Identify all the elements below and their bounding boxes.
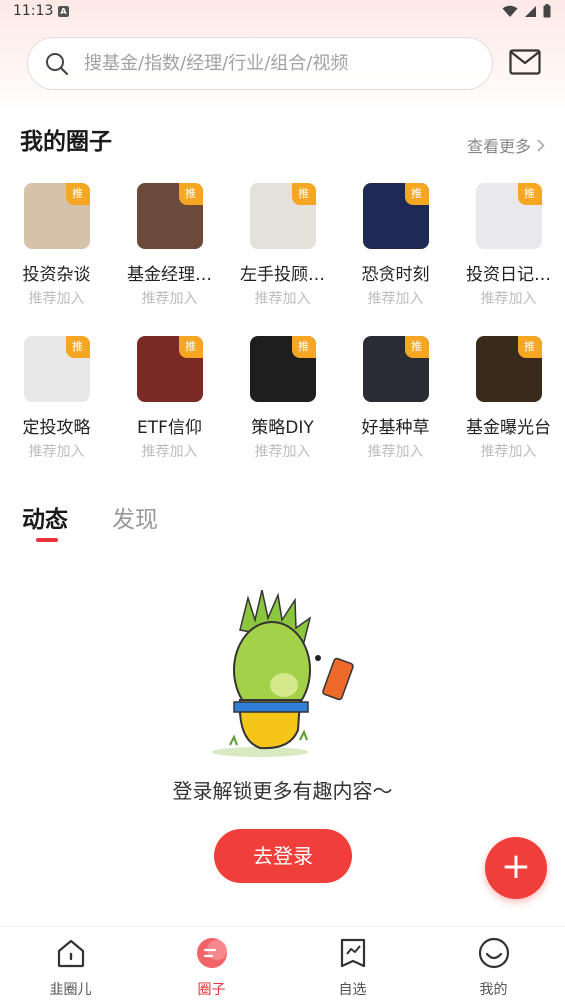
battery-icon bbox=[543, 4, 551, 18]
empty-state-message: 登录解锁更多有趣内容～ bbox=[172, 779, 393, 803]
circle-thumbnail: 推 bbox=[249, 183, 316, 249]
circle-name: 策略DIY bbox=[251, 418, 314, 438]
see-more-link[interactable]: 查看更多 bbox=[467, 133, 545, 157]
join-recommendation[interactable]: 推荐加入 bbox=[226, 441, 339, 461]
recommend-badge: 推 bbox=[65, 183, 90, 205]
signal-icon bbox=[525, 5, 536, 17]
circle-name: ETF信仰 bbox=[137, 418, 202, 438]
see-more-label: 查看更多 bbox=[466, 137, 531, 156]
circle-thumbnail: 推 bbox=[362, 336, 429, 402]
tab-dynamic[interactable]: 动态 bbox=[22, 500, 68, 542]
circle-thumbnail: 推 bbox=[136, 183, 203, 249]
circle-thumbnail: 推 bbox=[475, 336, 542, 402]
circle-item[interactable]: 推 ETF信仰推荐加入 bbox=[113, 336, 226, 461]
circle-name: 投资杂谈 bbox=[22, 265, 91, 285]
recommend-badge: 推 bbox=[291, 183, 316, 205]
tab-active-indicator bbox=[36, 538, 58, 542]
watchlist-icon bbox=[340, 938, 365, 968]
circle-thumbnail: 推 bbox=[249, 336, 316, 402]
search-icon bbox=[46, 53, 69, 76]
add-post-button[interactable]: + bbox=[485, 837, 547, 899]
mascot-illustration bbox=[212, 590, 354, 757]
circle-name: 恐贪时刻 bbox=[361, 265, 430, 285]
recommend-badge: 推 bbox=[404, 336, 429, 358]
join-recommendation[interactable]: 推荐加入 bbox=[113, 288, 226, 308]
circle-name: 好基种草 bbox=[361, 418, 430, 438]
chevron-right-icon bbox=[537, 138, 545, 152]
circle-thumbnail: 推 bbox=[23, 183, 90, 249]
circle-name: 基金经理… bbox=[127, 265, 212, 285]
nav-label-profile: 我的 bbox=[479, 982, 508, 998]
recommend-badge: 推 bbox=[517, 336, 542, 358]
nav-label-watchlist: 自选 bbox=[338, 982, 367, 998]
nav-item-circle[interactable]: 圈子 bbox=[141, 927, 282, 1004]
recommend-badge: 推 bbox=[178, 183, 203, 205]
status-time: 11:13 bbox=[13, 3, 54, 19]
circle-name: 基金曝光台 bbox=[466, 418, 551, 438]
circle-name: 投资日记… bbox=[466, 265, 551, 285]
search-bar[interactable] bbox=[27, 37, 493, 90]
recommend-badge: 推 bbox=[291, 336, 316, 358]
circle-name: 左手投顾… bbox=[240, 265, 325, 285]
tab-dynamic-label: 动态 bbox=[22, 507, 68, 533]
circle-name: 定投攻略 bbox=[22, 418, 91, 438]
nav-label-home: 韭圈儿 bbox=[49, 982, 92, 998]
tab-discover[interactable]: 发现 bbox=[112, 500, 158, 534]
profile-smile-icon bbox=[478, 937, 509, 969]
wifi-icon bbox=[502, 5, 518, 17]
join-recommendation[interactable]: 推荐加入 bbox=[339, 441, 452, 461]
search-input[interactable] bbox=[84, 38, 484, 89]
circle-item[interactable]: 推好基种草推荐加入 bbox=[339, 336, 452, 461]
circle-item[interactable]: 推左手投顾… 推荐加入 bbox=[226, 183, 339, 308]
nav-item-watchlist[interactable]: 自选 bbox=[282, 927, 423, 1004]
circle-item[interactable]: 推基金曝光台推荐加入 bbox=[452, 336, 565, 461]
recommend-badge: 推 bbox=[517, 183, 542, 205]
join-recommendation[interactable]: 推荐加入 bbox=[113, 441, 226, 461]
mail-icon[interactable] bbox=[509, 49, 541, 75]
circle-chat-icon bbox=[196, 938, 227, 968]
recommend-badge: 推 bbox=[65, 336, 90, 358]
circle-item[interactable]: 推基金经理… 推荐加入 bbox=[113, 183, 226, 308]
recommend-badge: 推 bbox=[404, 183, 429, 205]
circle-thumbnail: 推 bbox=[136, 336, 203, 402]
circle-item[interactable]: 推定投攻略推荐加入 bbox=[0, 336, 113, 461]
join-recommendation[interactable]: 推荐加入 bbox=[0, 288, 113, 308]
join-recommendation[interactable]: 推荐加入 bbox=[452, 441, 565, 461]
bottom-nav: 韭圈儿 圈子 自选 我的 bbox=[0, 926, 565, 1004]
circle-item[interactable]: 推策略DIY 推荐加入 bbox=[226, 336, 339, 461]
home-icon bbox=[57, 939, 84, 968]
circle-item[interactable]: 推投资日记… 推荐加入 bbox=[452, 183, 565, 308]
nav-item-profile[interactable]: 我的 bbox=[423, 927, 564, 1004]
circle-thumbnail: 推 bbox=[362, 183, 429, 249]
nav-item-home[interactable]: 韭圈儿 bbox=[0, 927, 141, 1004]
recommend-badge: 推 bbox=[178, 336, 203, 358]
circle-item[interactable]: 推恐贪时刻推荐加入 bbox=[339, 183, 452, 308]
status-icons bbox=[502, 4, 551, 18]
nav-label-circle: 圈子 bbox=[197, 982, 226, 998]
join-recommendation[interactable]: 推荐加入 bbox=[0, 441, 113, 461]
circle-thumbnail: 推 bbox=[475, 183, 542, 249]
login-button[interactable]: 去登录 bbox=[214, 829, 352, 883]
status-bar: 11:13 A bbox=[0, 0, 565, 26]
feed-tabs: 动态 发现 bbox=[22, 500, 158, 542]
tab-discover-label: 发现 bbox=[112, 507, 158, 533]
join-recommendation[interactable]: 推荐加入 bbox=[339, 288, 452, 308]
circle-thumbnail: 推 bbox=[23, 336, 90, 402]
join-recommendation[interactable]: 推荐加入 bbox=[452, 288, 565, 308]
circle-item[interactable]: 推投资杂谈推荐加入 bbox=[0, 183, 113, 308]
my-circles-title: 我的圈子 bbox=[20, 129, 112, 155]
join-recommendation[interactable]: 推荐加入 bbox=[226, 288, 339, 308]
notification-icon: A bbox=[58, 6, 69, 17]
